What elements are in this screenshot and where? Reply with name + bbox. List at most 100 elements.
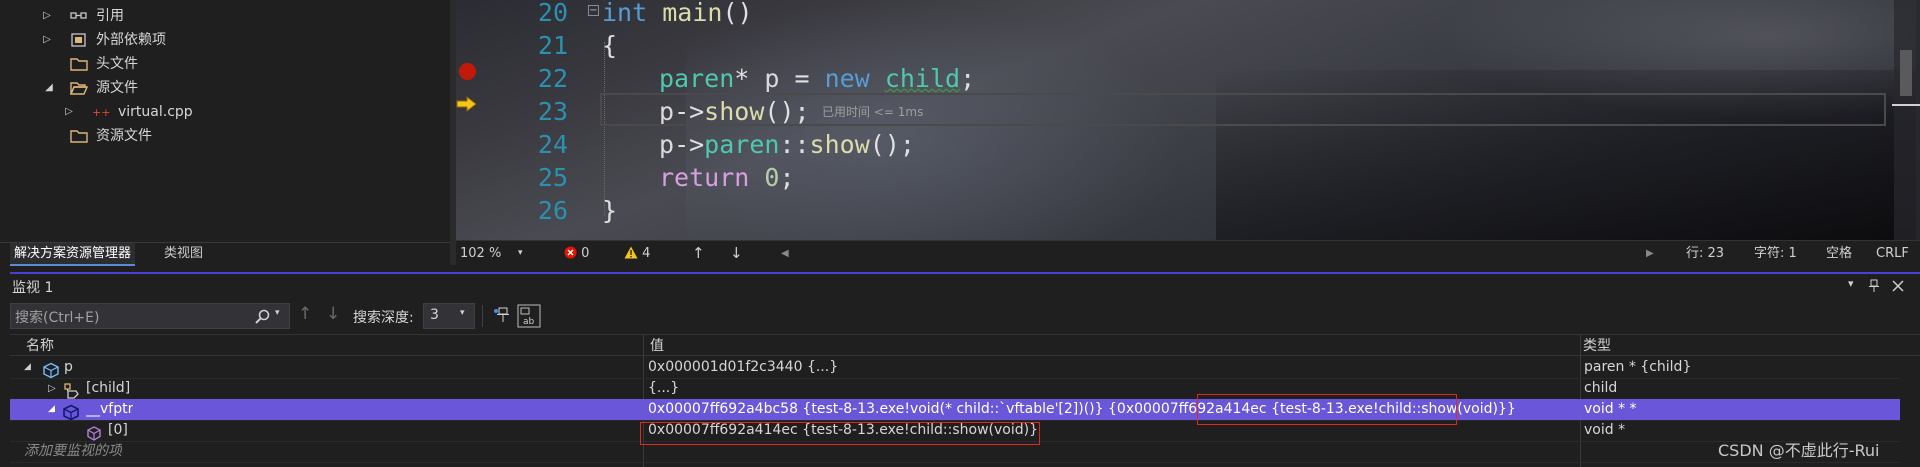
collapse-toggle-icon[interactable]: − bbox=[588, 5, 599, 16]
add-watch-placeholder[interactable]: 添加要监视的项 bbox=[24, 441, 122, 462]
watch-grid-header: 名称 值 类型 bbox=[10, 334, 1920, 356]
code-token: child bbox=[884, 64, 961, 93]
code-token: new bbox=[824, 64, 870, 93]
code-line-25[interactable]: return 0; bbox=[659, 161, 795, 194]
line-ending[interactable]: CRLF bbox=[1876, 241, 1909, 266]
search-placeholder: 搜索(Ctrl+E) bbox=[15, 310, 100, 326]
code-token: = bbox=[779, 64, 825, 93]
code-token: () bbox=[722, 0, 753, 27]
watch-row-p[interactable]: ◢ p 0x000001d01f2c3440 {...} paren * {ch… bbox=[10, 357, 1900, 379]
whitespace-mode[interactable]: 空格 bbox=[1826, 241, 1852, 266]
svg-text:ab: ab bbox=[523, 317, 535, 327]
error-indicator[interactable]: 0 bbox=[564, 241, 589, 266]
toolbar-separator bbox=[482, 305, 483, 327]
tree-item-virtual-cpp[interactable]: ▷ ++ virtual.cpp bbox=[62, 100, 442, 124]
tree-item-header-files[interactable]: 头文件 bbox=[40, 52, 440, 76]
search-next-icon[interactable]: ↓ bbox=[326, 304, 340, 324]
pin-icon[interactable] bbox=[1868, 279, 1880, 293]
expand-arrow-icon[interactable]: ▷ bbox=[48, 378, 56, 399]
highlight-box bbox=[640, 422, 1040, 445]
view-as-text-icon[interactable]: ab bbox=[517, 304, 541, 328]
watch-type: void * * bbox=[1584, 401, 1637, 417]
csdn-watermark: CSDN @不虚此行-Rui bbox=[1718, 441, 1880, 460]
search-icon[interactable] bbox=[255, 309, 270, 324]
expand-arrow-icon[interactable]: ▷ bbox=[62, 100, 76, 124]
code-token: ; bbox=[779, 163, 795, 192]
indent-guide bbox=[604, 42, 605, 216]
code-token: paren bbox=[704, 130, 780, 159]
watch-row-vfptr[interactable]: ◢ __vfptr 0x00007ff692a4bc58 {test-8-13.… bbox=[10, 399, 1900, 421]
scrollbar-caret-marker bbox=[1892, 104, 1920, 106]
chevron-down-icon: ▾ bbox=[460, 308, 465, 318]
code-token: 0 bbox=[764, 163, 780, 192]
solution-explorer-panel: ▷ 引用 ▷ 外部依赖项 头文件 ◢ 源文件 ▷ ++ virtual.cpp … bbox=[0, 0, 450, 265]
scroll-right-icon[interactable]: ▶ bbox=[1646, 241, 1654, 266]
tree-item-resource-files[interactable]: 资源文件 bbox=[40, 124, 440, 148]
editor-vertical-scrollbar[interactable] bbox=[1894, 0, 1920, 240]
collapse-arrow-icon[interactable]: ◢ bbox=[24, 357, 31, 378]
zoom-dropdown-icon[interactable]: ▾ bbox=[518, 241, 523, 266]
collapse-arrow-icon[interactable]: ◢ bbox=[42, 76, 56, 100]
code-token: ; bbox=[960, 64, 976, 93]
close-icon[interactable] bbox=[1892, 280, 1904, 292]
line-number: 25 bbox=[537, 163, 568, 192]
code-line-20[interactable]: int main() bbox=[602, 0, 753, 29]
code-token: p bbox=[764, 64, 780, 93]
svg-text:++: ++ bbox=[92, 106, 110, 119]
tree-item-source-files[interactable]: ◢ 源文件 bbox=[40, 76, 440, 100]
search-depth-select[interactable]: 3 ▾ bbox=[423, 303, 475, 329]
code-line-22[interactable]: paren* p = new child; bbox=[659, 62, 975, 95]
execution-pointer-icon[interactable] bbox=[456, 96, 478, 112]
code-token: int bbox=[602, 0, 648, 27]
scrollbar-thumb[interactable] bbox=[1900, 50, 1912, 96]
tree-item-references[interactable]: ▷ 引用 bbox=[40, 4, 440, 28]
search-depth-label: 搜索深度: bbox=[353, 310, 414, 326]
code-line-24[interactable]: p->paren::show(); bbox=[659, 128, 915, 161]
code-token: show bbox=[809, 130, 870, 159]
search-options-dropdown-icon[interactable]: ▾ bbox=[275, 308, 280, 318]
watch-search-input[interactable]: 搜索(Ctrl+E) ▾ bbox=[10, 303, 290, 329]
watch-title-bar: 监视 1 ▾ bbox=[0, 274, 1920, 300]
watch-type: void * bbox=[1584, 422, 1626, 438]
expand-arrow-icon[interactable]: ▷ bbox=[40, 4, 54, 28]
tree-item-label: 头文件 bbox=[96, 56, 138, 72]
cpp-file-icon: ++ bbox=[92, 106, 110, 119]
watch-name: p bbox=[64, 359, 73, 375]
scroll-left-icon[interactable]: ◀ bbox=[781, 241, 789, 266]
folder-icon bbox=[70, 58, 88, 71]
watch-row-child[interactable]: ▷ [child] {...} child bbox=[10, 378, 1900, 400]
code-token: * bbox=[734, 64, 765, 93]
zoom-level[interactable]: 102 % bbox=[460, 241, 501, 266]
tree-item-label: 源文件 bbox=[96, 80, 138, 96]
references-icon bbox=[70, 12, 87, 19]
code-token: (); bbox=[869, 130, 915, 159]
highlight-box bbox=[1197, 394, 1457, 425]
error-count: 0 bbox=[581, 246, 590, 261]
tab-solution-explorer[interactable]: 解决方案资源管理器 bbox=[10, 243, 136, 266]
line-number: 22 bbox=[537, 64, 568, 93]
column-header-value[interactable]: 值 bbox=[650, 335, 664, 357]
folder-open-icon bbox=[70, 82, 88, 95]
tree-item-label: 外部依赖项 bbox=[96, 32, 166, 48]
folder-icon bbox=[70, 130, 88, 143]
search-previous-icon[interactable]: ↑ bbox=[298, 304, 312, 324]
warning-icon bbox=[624, 246, 638, 259]
tree-item-external-deps[interactable]: ▷ 外部依赖项 bbox=[40, 28, 440, 52]
window-menu-icon[interactable]: ▾ bbox=[1848, 277, 1854, 290]
warning-indicator[interactable]: 4 bbox=[624, 241, 650, 266]
arrow-down-icon[interactable]: ↓ bbox=[730, 241, 743, 266]
editor-status-bar: 102 % ▾ 0 4 ↑ ↓ ◀ ▶ 行: 23 字符: 1 空格 CRLF bbox=[456, 240, 1920, 265]
error-icon bbox=[564, 246, 577, 259]
watch-value[interactable]: 0x000001d01f2c3440 {...} bbox=[648, 357, 1568, 378]
arrow-up-icon[interactable]: ↑ bbox=[692, 241, 705, 266]
pin-to-source-icon[interactable] bbox=[492, 306, 510, 324]
expand-arrow-icon[interactable]: ▷ bbox=[40, 28, 54, 52]
watch-type: child bbox=[1584, 380, 1618, 396]
breakpoint-icon[interactable] bbox=[459, 63, 476, 80]
column-header-type[interactable]: 类型 bbox=[1583, 335, 1611, 357]
watch-type: paren * {child} bbox=[1584, 359, 1692, 375]
collapse-arrow-icon[interactable]: ◢ bbox=[48, 399, 55, 420]
line-number: 21 bbox=[537, 31, 568, 60]
tab-class-view[interactable]: 类视图 bbox=[160, 243, 207, 264]
column-header-name[interactable]: 名称 bbox=[26, 335, 54, 357]
